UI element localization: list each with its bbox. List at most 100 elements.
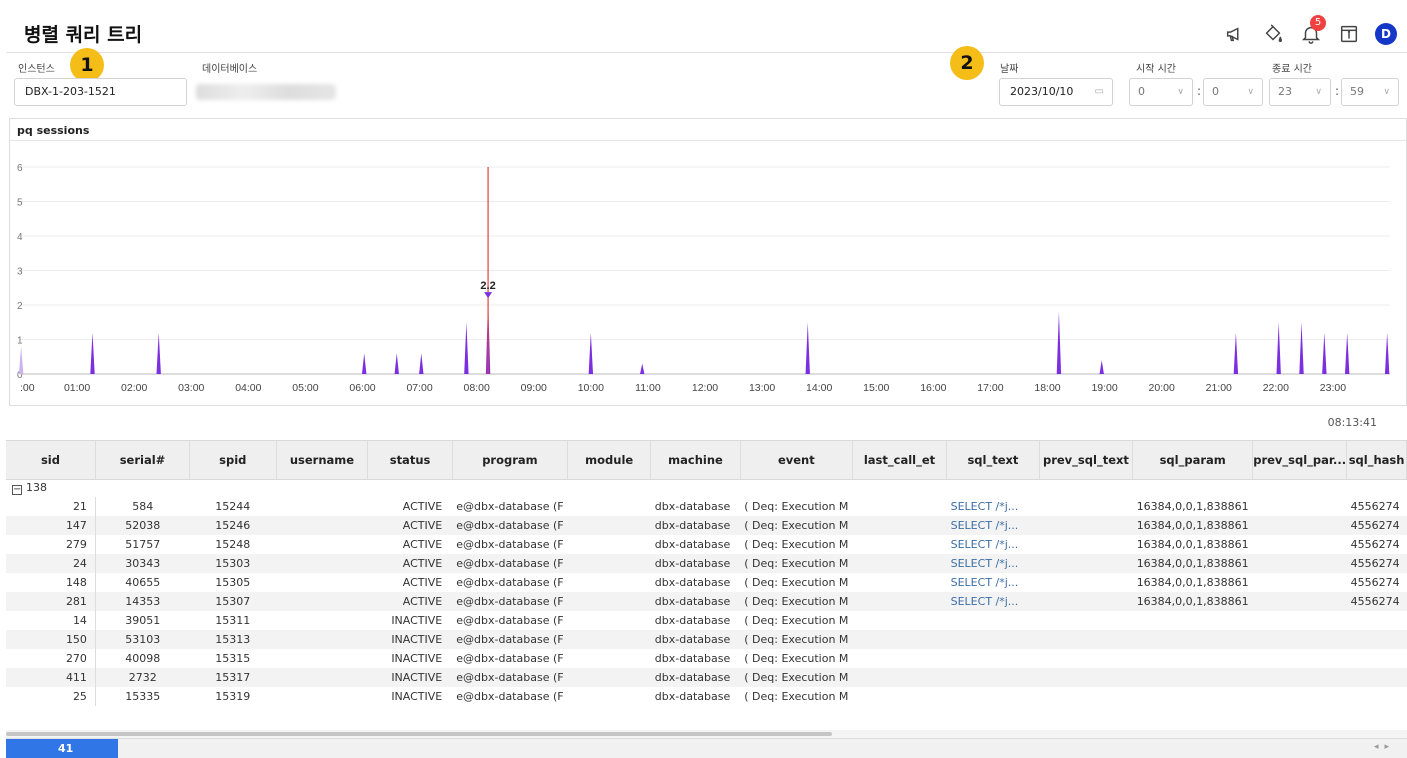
table-cell [1132,630,1253,649]
table-row[interactable]: 21 584 15244 ACTIVE e@dbx-database (F dbx-dat… [6,497,1407,516]
table-cell [852,554,947,573]
table-cell: e@dbx-database (F [452,497,568,516]
table-cell [567,668,651,687]
table-cell [1039,516,1133,535]
megaphone-icon[interactable] [1223,22,1247,46]
column-header[interactable]: event [740,441,853,480]
row-count-tab[interactable]: 41 [6,739,118,758]
x-tick-label: 21:00 [1206,382,1232,394]
table-cell [276,592,368,611]
table-cell: dbx-database [650,668,741,687]
group-row[interactable]: −138 [6,479,1407,497]
table-row[interactable]: 281 14353 15307 ACTIVE e@dbx-database (F dbx-… [6,592,1407,611]
bell-icon[interactable]: 5 [1299,15,1326,46]
table-cell: dbx-database [650,630,741,649]
table-cell [567,611,651,630]
table-cell [1346,630,1407,649]
end-hour-value: 23 [1278,85,1292,98]
table-cell: e@dbx-database (F [452,554,568,573]
column-header[interactable]: spid [189,441,277,480]
table-cell [276,516,368,535]
column-header[interactable]: sql_hash [1346,441,1407,480]
end-minute-select[interactable]: 59 ∨ [1341,78,1399,106]
table-cell [276,630,368,649]
table-cell: dbx-database [650,592,741,611]
date-picker[interactable]: 2023/10/10 ▭ [999,78,1113,106]
table-cell [567,516,651,535]
table-cell: e@dbx-database (F [452,611,568,630]
table-row[interactable]: 24 30343 15303 ACTIVE e@dbx-database (F dbx-d… [6,554,1407,573]
spike-bar [464,322,469,374]
table-cell: 16384,0,0,1,838861 [1132,497,1253,516]
time-separator: : [1335,84,1340,98]
column-header[interactable]: sql_param [1132,441,1254,480]
horizontal-scrollbar[interactable] [6,730,1407,738]
table-row[interactable]: 25 15335 15319 INACTIVE e@dbx-database (F dbx… [6,687,1407,706]
table-cell [1252,554,1347,573]
start-hour-select[interactable]: 0 ∨ [1129,78,1193,106]
table-cell: ( Deq: Execution M [740,516,853,535]
x-tick-label: 14:00 [806,382,832,394]
column-header[interactable]: status [367,441,453,480]
table-cell: 16384,0,0,1,838861 [1132,573,1253,592]
column-header[interactable]: program [452,441,569,480]
table-cell [1346,668,1407,687]
table-cell: dbx-database [650,687,741,706]
column-header[interactable]: serial# [95,441,191,480]
table-row[interactable]: 148 40655 15305 ACTIVE e@dbx-database (F dbx-… [6,573,1407,592]
table-cell: 40655 [95,573,190,592]
spike-bar [1099,360,1104,374]
table-row[interactable]: 279 51757 15248 ACTIVE e@dbx-database (F dbx-… [6,535,1407,554]
column-header[interactable]: prev_sql_par... [1252,441,1348,480]
table-cell [1346,649,1407,668]
chevron-down-icon: ∨ [1247,87,1254,97]
table-row[interactable]: 270 40098 15315 INACTIVE e@dbx-database (F db… [6,649,1407,668]
x-tick-label: 10:00 [578,382,604,394]
table-row[interactable]: 150 53103 15313 INACTIVE e@dbx-database (F db… [6,630,1407,649]
table-row[interactable]: 14 39051 15311 INACTIVE e@dbx-database (F dbx… [6,611,1407,630]
chart-title: pq sessions [17,124,90,137]
paint-bucket-icon[interactable] [1261,22,1285,46]
table-cell: e@dbx-database (F [452,687,568,706]
y-tick-label: 1 [17,336,23,347]
column-header[interactable]: sql_text [946,441,1040,480]
date-label: 날짜 [1000,64,1019,75]
table-cell [567,649,651,668]
table-cell: ( Deq: Execution M [740,535,853,554]
x-tick-label: 02:00 [121,382,147,394]
column-header[interactable]: prev_sql_text [1039,441,1134,480]
x-tick-label: 09:00 [521,382,547,394]
calendar-info-icon[interactable] [1337,22,1361,46]
end-hour-select[interactable]: 23 ∨ [1269,78,1331,106]
table-cell [946,668,1040,687]
table-cell: dbx-database [650,497,741,516]
table-row[interactable]: 411 2732 15317 INACTIVE e@dbx-database (F dbx… [6,668,1407,687]
table-cell [1039,611,1133,630]
chevron-left-icon[interactable]: ◂ [1374,742,1385,752]
time-separator: : [1197,84,1202,98]
table-cell: 16384,0,0,1,838861 [1132,535,1253,554]
column-header[interactable]: module [567,441,652,480]
notification-badge: 5 [1310,15,1326,31]
spike-bar [1233,332,1239,374]
table-cell: 15307 [189,592,277,611]
start-minute-select[interactable]: 0 ∨ [1203,78,1263,106]
column-header[interactable]: machine [650,441,741,480]
table-cell: e@dbx-database (F [452,535,568,554]
spike-bar [156,332,161,374]
column-header[interactable]: last_call_et [852,441,948,480]
chevron-right-icon[interactable]: ▸ [1384,742,1395,752]
instance-select[interactable]: DBX-1-203-1521 [14,78,187,106]
scrollbar-thumb[interactable] [6,732,832,736]
pq-sessions-chart[interactable]: 0123456:00 01:00 02:00 03:00 04:00 05:00 06:00… [10,142,1406,404]
collapse-icon[interactable]: − [12,485,22,496]
table-cell [276,535,368,554]
column-header[interactable]: username [276,441,369,480]
user-avatar[interactable]: D [1375,23,1397,45]
chevron-down-icon: ∨ [1315,87,1322,97]
table-row[interactable]: 147 52038 15246 ACTIVE e@dbx-database (F dbx-… [6,516,1407,535]
table-cell [1039,668,1133,687]
column-header[interactable]: sid [6,441,96,480]
x-tick-label: 01:00 [64,382,90,394]
table-cell: ( Deq: Execution M [740,649,853,668]
